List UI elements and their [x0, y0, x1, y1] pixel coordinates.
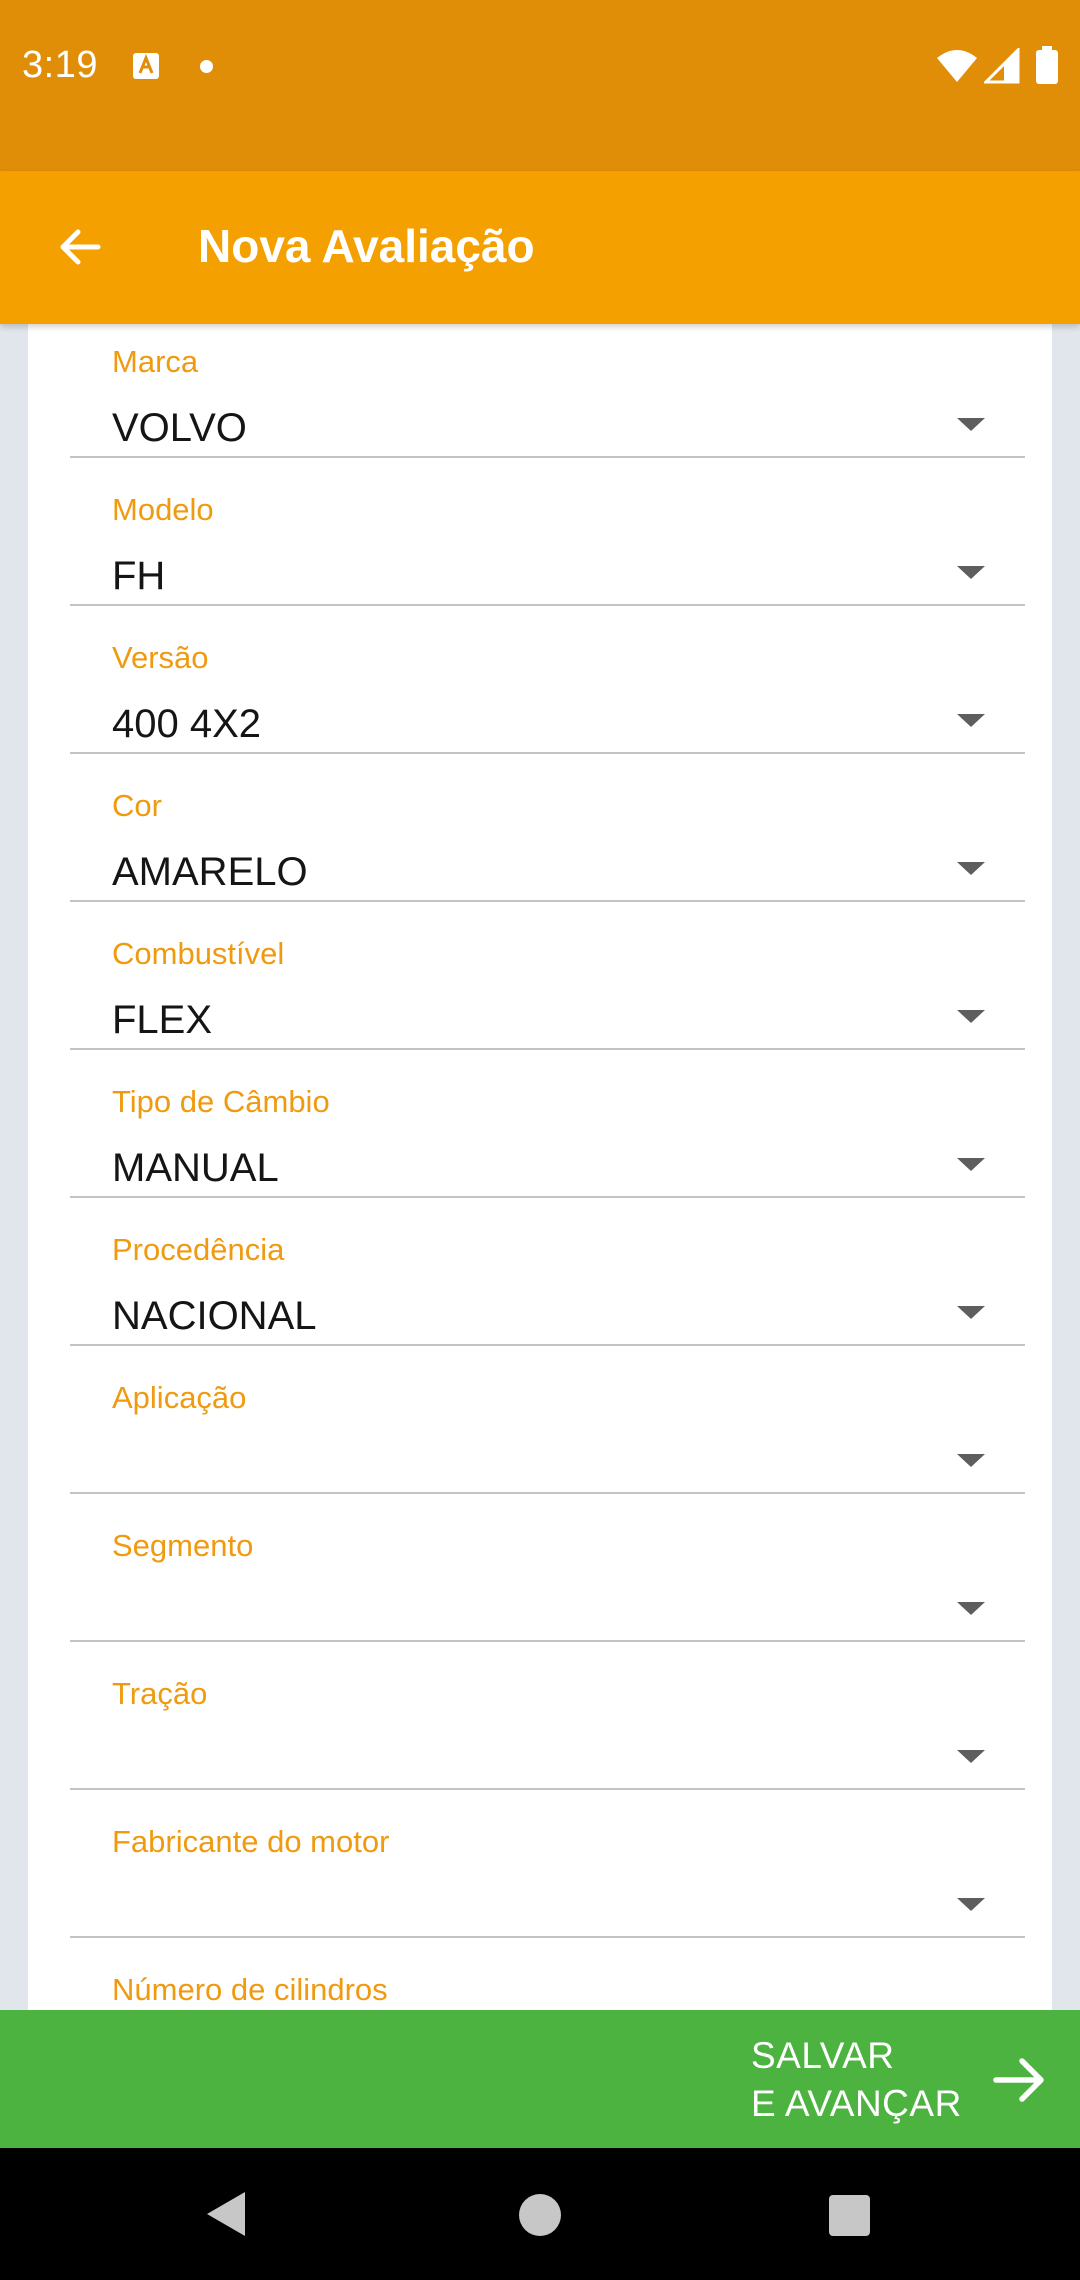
field-value: AMARELO: [112, 850, 308, 894]
field-value: NACIONAL: [112, 1294, 317, 1338]
combustivel-dropdown[interactable]: Combustível FLEX: [70, 916, 1025, 1064]
back-button[interactable]: [40, 207, 120, 287]
field-label: Cor: [112, 788, 162, 823]
dropdown-arrow-icon: [957, 1898, 985, 1911]
procedencia-dropdown[interactable]: Procedência NACIONAL: [70, 1212, 1025, 1360]
nav-home-icon[interactable]: [519, 2194, 561, 2236]
arrow-forward-icon: [993, 2058, 1044, 2102]
field-label: Procedência: [112, 1232, 285, 1267]
dropdown-arrow-icon: [957, 1602, 985, 1615]
field-underline: [70, 1048, 1025, 1050]
font-notification-icon: [133, 53, 159, 79]
field-value: FLEX: [112, 998, 213, 1042]
dropdown-arrow-icon: [957, 1010, 985, 1023]
signal-icon: [984, 48, 1020, 84]
nav-back-icon[interactable]: [205, 2190, 247, 2238]
dropdown-arrow-icon: [957, 1306, 985, 1319]
field-underline: [70, 1936, 1025, 1938]
field-underline: [70, 1640, 1025, 1642]
status-time: 3:19: [22, 44, 98, 86]
field-underline: [70, 1344, 1025, 1346]
field-label: Fabricante do motor: [112, 1824, 390, 1859]
dropdown-arrow-icon: [957, 566, 985, 579]
field-label: Segmento: [112, 1528, 254, 1563]
battery-icon: [1036, 46, 1058, 84]
field-label: Combustível: [112, 936, 285, 971]
field-underline: [70, 604, 1025, 606]
vehicle-form: Marca VOLVO Modelo FH Versão 400 4X2 Cor…: [28, 324, 1052, 2010]
field-label: Aplicação: [112, 1380, 247, 1415]
page-title: Nova Avaliação: [198, 220, 535, 272]
field-underline: [70, 456, 1025, 458]
aplicacao-dropdown[interactable]: Aplicação: [70, 1360, 1025, 1508]
tipo-cambio-dropdown[interactable]: Tipo de Câmbio MANUAL: [70, 1064, 1025, 1212]
modelo-dropdown[interactable]: Modelo FH: [70, 472, 1025, 620]
versao-dropdown[interactable]: Versão 400 4X2: [70, 620, 1025, 768]
save-label-line1: SALVAR: [751, 2035, 895, 2076]
field-underline: [70, 1788, 1025, 1790]
save-and-next-button[interactable]: SALVAR E AVANÇAR: [0, 2010, 1080, 2148]
fabricante-motor-dropdown[interactable]: Fabricante do motor: [70, 1804, 1025, 1952]
field-underline: [70, 1196, 1025, 1198]
dropdown-arrow-icon: [957, 1158, 985, 1171]
field-underline: [70, 1492, 1025, 1494]
dropdown-arrow-icon: [957, 714, 985, 727]
field-label: Tração: [112, 1676, 208, 1711]
field-underline: [70, 752, 1025, 754]
system-nav-bar: [0, 2148, 1080, 2280]
field-label: Versão: [112, 640, 209, 675]
save-label: SALVAR E AVANÇAR: [751, 2032, 991, 2128]
field-label: Marca: [112, 344, 199, 379]
app-bar: Nova Avaliação: [0, 171, 1080, 324]
tracao-dropdown[interactable]: Tração: [70, 1656, 1025, 1804]
numero-cilindros-dropdown[interactable]: Número de cilindros: [70, 1952, 1025, 2010]
dropdown-arrow-icon: [957, 1750, 985, 1763]
field-value: VOLVO: [112, 406, 247, 450]
cor-dropdown[interactable]: Cor AMARELO: [70, 768, 1025, 916]
dropdown-arrow-icon: [957, 1454, 985, 1467]
field-label: Modelo: [112, 492, 214, 527]
nav-recents-icon[interactable]: [829, 2195, 870, 2236]
marca-dropdown[interactable]: Marca VOLVO: [70, 324, 1025, 472]
field-value: FH: [112, 554, 166, 598]
field-label: Tipo de Câmbio: [112, 1084, 330, 1119]
notification-dot-icon: [200, 60, 213, 73]
segmento-dropdown[interactable]: Segmento: [70, 1508, 1025, 1656]
field-label: Número de cilindros: [112, 1972, 388, 2007]
wifi-icon: [937, 50, 977, 82]
field-value: 400 4X2: [112, 702, 262, 746]
field-value: MANUAL: [112, 1146, 279, 1190]
dropdown-arrow-icon: [957, 418, 985, 431]
field-underline: [70, 900, 1025, 902]
status-bar: 3:19: [0, 0, 1080, 171]
save-label-line2: E AVANÇAR: [751, 2083, 962, 2124]
dropdown-arrow-icon: [957, 862, 985, 875]
arrow-back-icon: [60, 229, 101, 265]
